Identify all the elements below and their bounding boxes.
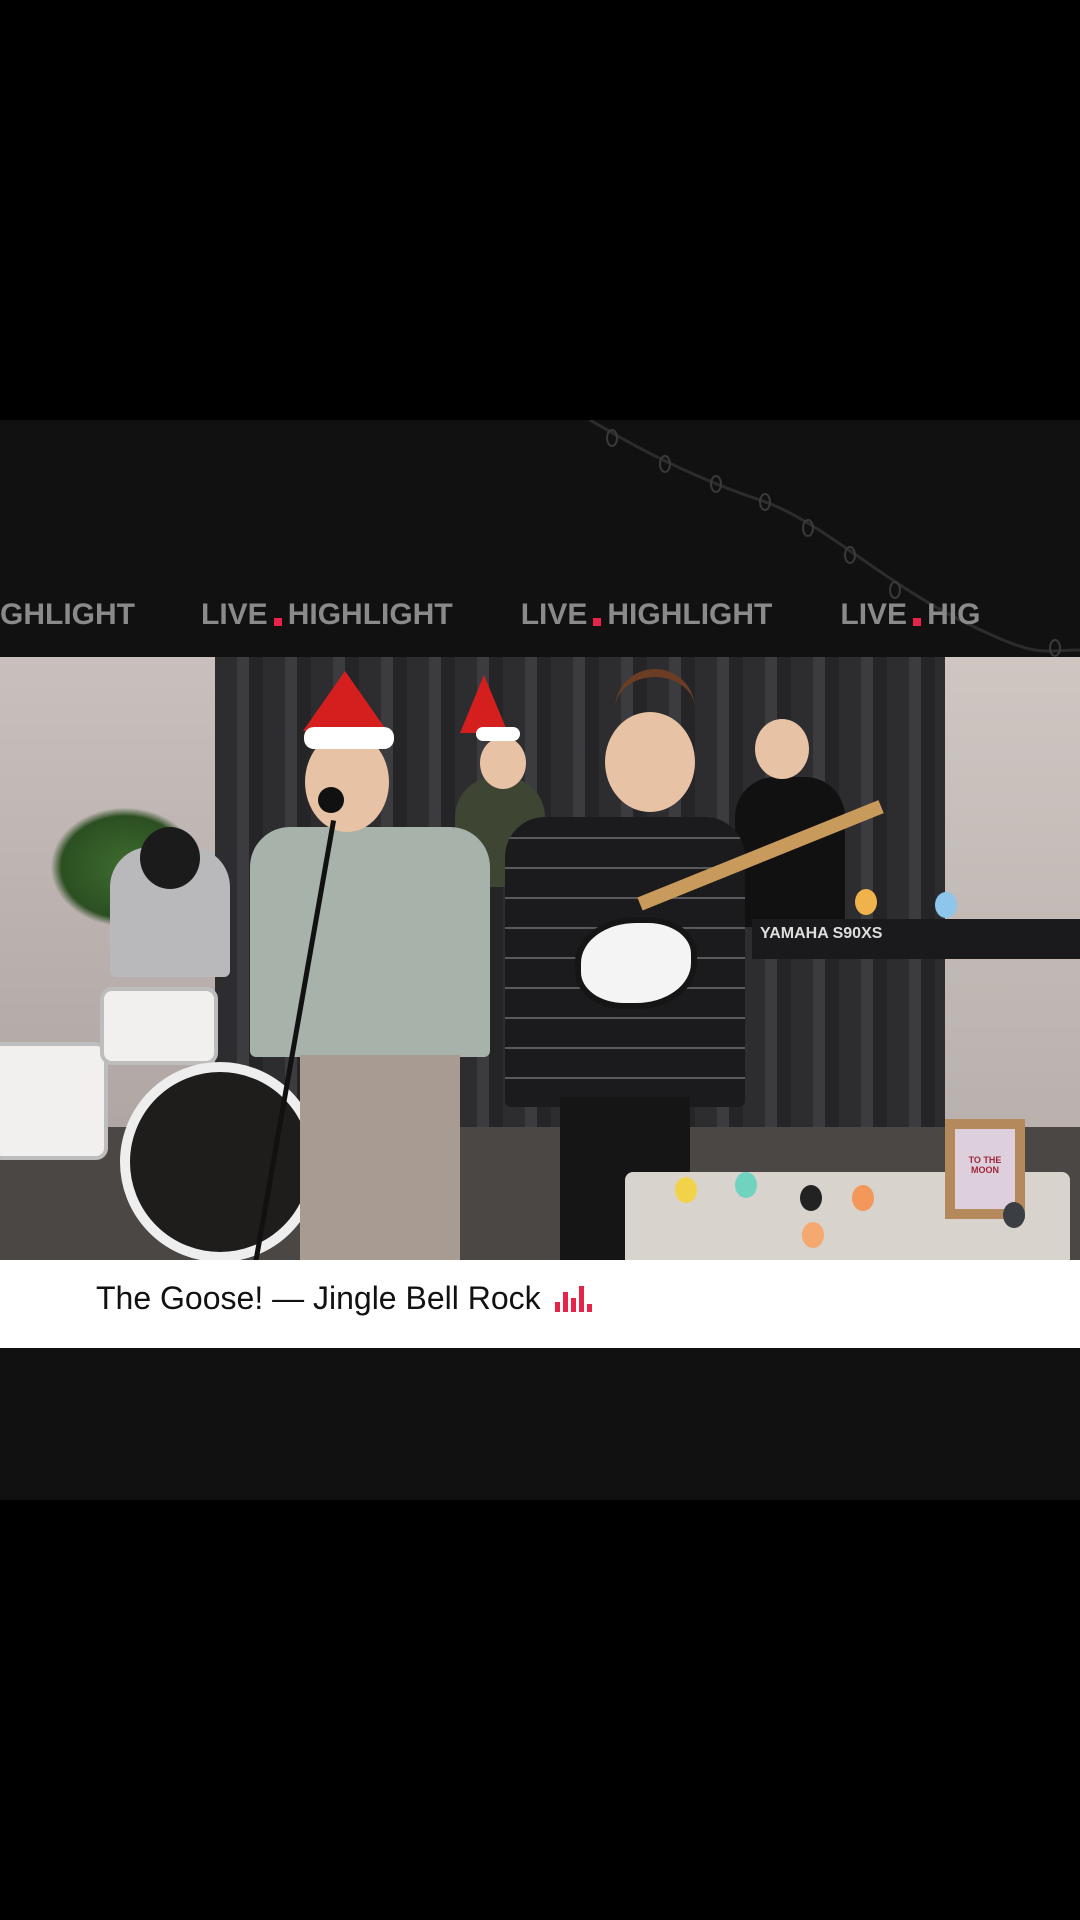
marquee-item: LIVE HIGHLIGHT [521,598,773,632]
figurine [800,1185,822,1211]
marquee-text: LIVE [520,598,588,631]
sign-label: TO THE MOON [968,1155,1002,1175]
song-caption-bar: The Goose! — Jingle Bell Rock [0,1260,1080,1348]
song-title-row: The Goose! — Jingle Bell Rock [96,1280,592,1317]
figurine [675,1177,697,1203]
bass-drum [120,1062,320,1260]
santa-hat-icon [303,671,387,731]
guitarist-head [605,712,695,812]
bottom-letterbox [0,1500,1080,1920]
drummer-head [140,827,200,889]
red-dot-icon [273,618,282,626]
santa-hat-icon [460,675,508,733]
keyboard-label: YAMAHA S90XS [760,925,883,942]
marquee-item: LIVE HIG [840,598,980,632]
sign-text: TO THE MOON [955,1129,1015,1209]
marquee-text: HIGHLIGHT [607,598,773,631]
top-letterbox [0,0,1080,420]
red-dot-icon [913,618,922,626]
figurine [855,889,877,915]
marquee-text: GHLIGHT [0,598,135,631]
keyboardist-head [755,719,809,779]
marquee-item: LIVE HIGHLIGHT [201,598,453,632]
marquee-item: GHLIGHT [0,598,135,632]
drum-kit [0,1042,108,1160]
song-title: The Goose! — Jingle Bell Rock [96,1280,541,1316]
santa-hat-brim [304,727,394,749]
figurine [935,892,957,918]
microphone-icon [318,787,344,813]
video-player[interactable]: YAMAHA S90XS TO THE MOON [0,657,1080,1260]
marquee-text: HIGHLIGHT [287,598,453,631]
drum-kit [100,987,218,1065]
figurine [802,1222,824,1248]
lower-dark-band [0,1348,1080,1500]
santa-hat-brim [476,727,520,741]
marquee-text: LIVE [840,598,908,631]
figurine [1003,1202,1025,1228]
equalizer-icon [554,1285,592,1312]
live-highlight-marquee: GHLIGHT LIVE HIGHLIGHT LIVE HIGHLIGHT LIVE… [0,598,1080,638]
bassist-head [480,737,526,789]
vocalist-pants [300,1055,460,1260]
figurine [852,1185,874,1211]
marquee-text: HIG [927,598,981,631]
red-dot-icon [593,618,602,626]
electric-guitar [575,917,697,1009]
vocalist-sweater [250,827,490,1057]
marquee-text: LIVE [201,598,268,631]
figurine [735,1172,757,1198]
